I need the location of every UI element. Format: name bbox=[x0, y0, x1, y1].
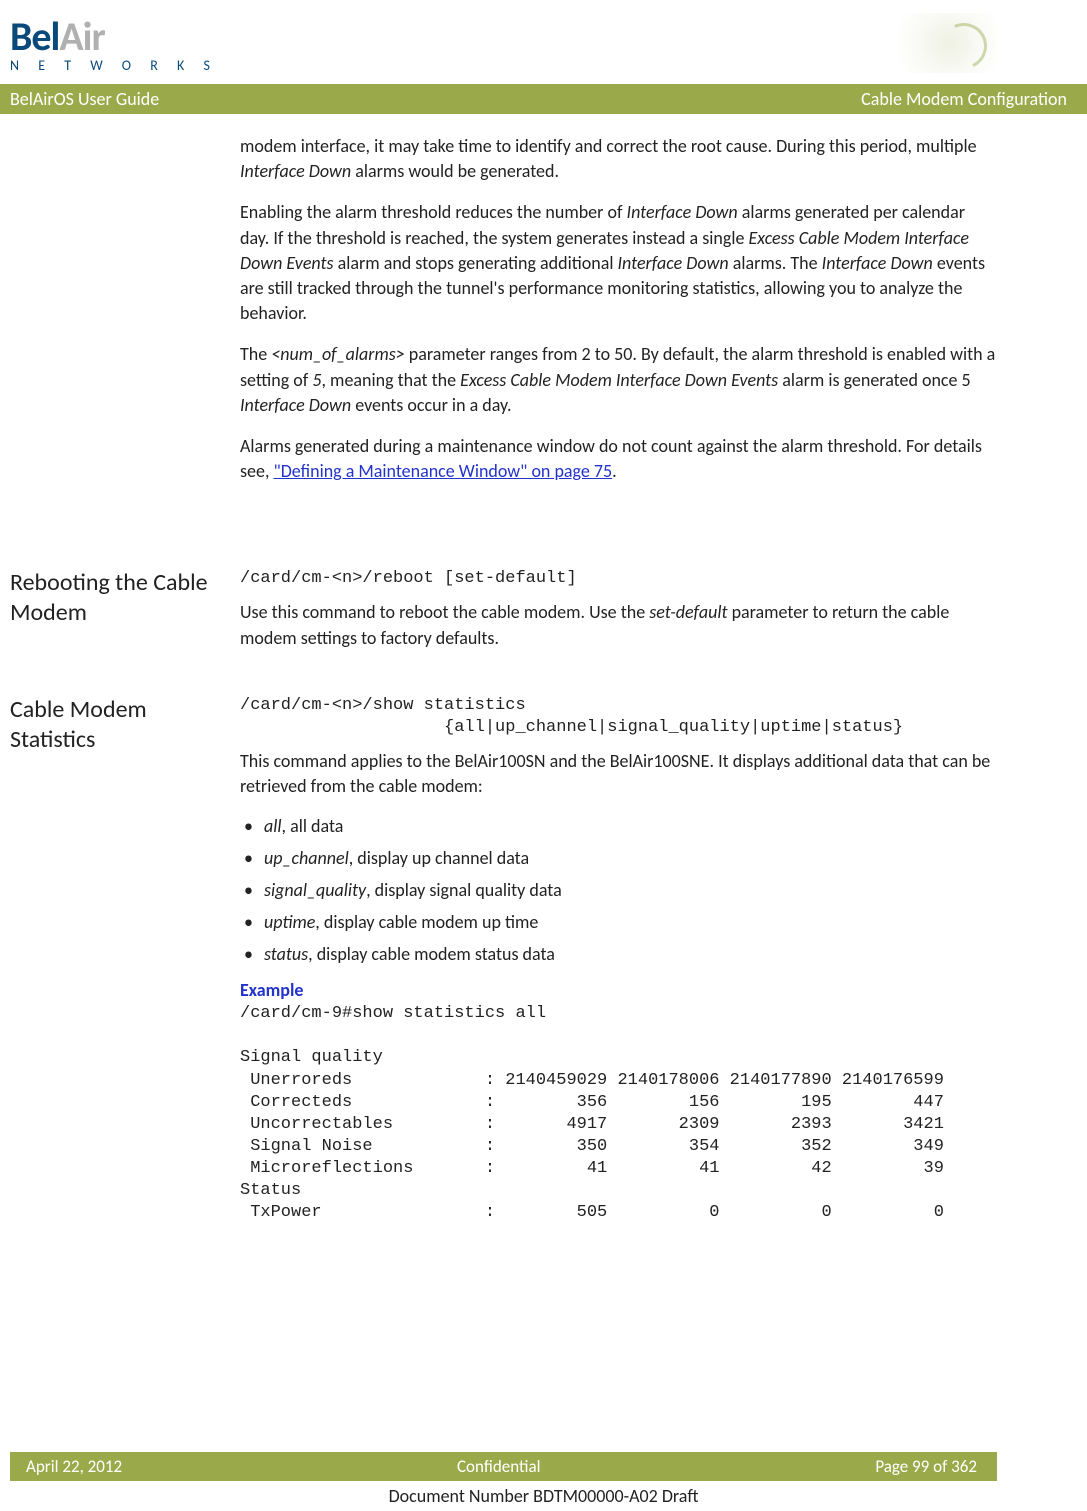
guide-title: BelAirOS User Guide bbox=[10, 88, 159, 110]
footer-confidential: Confidential bbox=[457, 1456, 541, 1477]
list-item: status, display cable modem status data bbox=[240, 943, 997, 965]
list-item: all, all data bbox=[240, 815, 997, 837]
body-text: This command applies to the BelAir100SN … bbox=[240, 749, 997, 799]
example-output: /card/cm-9#show statistics all Signal qu… bbox=[240, 1003, 997, 1224]
swirl-icon bbox=[877, 13, 997, 73]
title-bar: BelAirOS User Guide Cable Modem Configur… bbox=[0, 84, 1087, 114]
command-syntax: /card/cm-<n>/reboot [set-default] bbox=[240, 568, 997, 590]
body-text: Alarms generated during a maintenance wi… bbox=[240, 434, 997, 484]
option-list: all, all data up_channel, display up cha… bbox=[240, 815, 997, 965]
page-header: BelAir N E T W O R K S bbox=[0, 0, 1087, 84]
cross-ref-link[interactable]: "Defining a Maintenance Window" on page … bbox=[274, 460, 613, 482]
body-text: modem interface, it may take time to ide… bbox=[240, 134, 997, 184]
footer-date: April 22, 2012 bbox=[26, 1456, 122, 1477]
logo-subtext: N E T W O R K S bbox=[10, 57, 218, 74]
body-text: The <num_of_alarms> parameter ranges fro… bbox=[240, 342, 997, 418]
section-heading-stats: Cable Modem Statistics bbox=[10, 695, 230, 755]
footer-bar: April 22, 2012 Confidential Page 99 of 3… bbox=[10, 1452, 997, 1481]
footer-page: Page 99 of 362 bbox=[875, 1456, 977, 1477]
list-item: uptime, display cable modem up time bbox=[240, 911, 997, 933]
logo-text-air: Air bbox=[59, 12, 104, 61]
section-heading-reboot: Rebooting the Cable Modem bbox=[10, 568, 230, 628]
document-number: Document Number BDTM00000-A02 Draft bbox=[0, 1485, 1087, 1507]
command-syntax: /card/cm-<n>/show statistics {all|up_cha… bbox=[240, 695, 997, 739]
chapter-title: Cable Modem Configuration bbox=[861, 88, 1067, 110]
body-text: Use this command to reboot the cable mod… bbox=[240, 600, 997, 650]
body-text: Enabling the alarm threshold reduces the… bbox=[240, 200, 997, 326]
belair-logo: BelAir N E T W O R K S bbox=[10, 12, 218, 74]
example-heading: Example bbox=[240, 979, 997, 1001]
logo-text-bel: Bel bbox=[10, 12, 59, 61]
list-item: up_channel, display up channel data bbox=[240, 847, 997, 869]
list-item: signal_quality, display signal quality d… bbox=[240, 879, 997, 901]
